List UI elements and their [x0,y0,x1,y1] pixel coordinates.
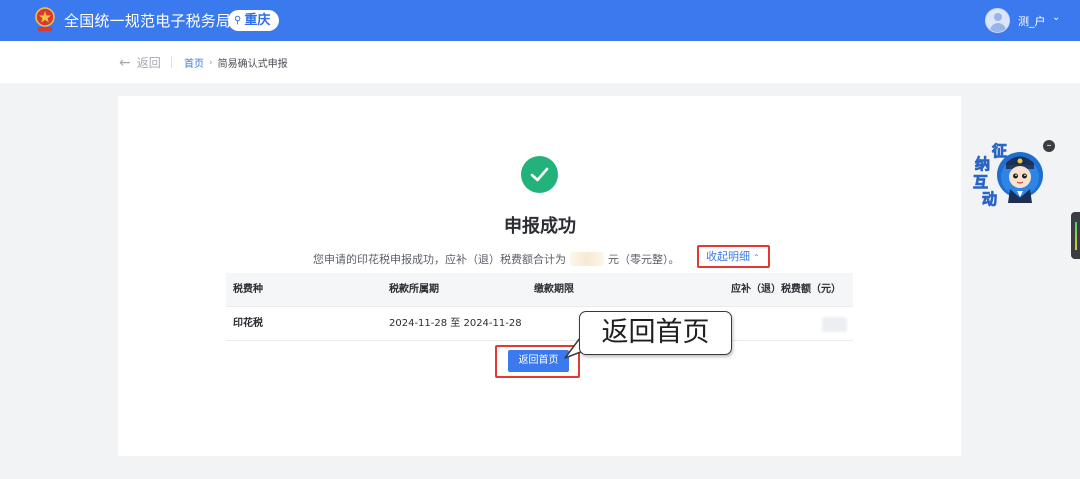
column-header: 税费种 [233,284,263,295]
collapse-details-link[interactable]: 收起明细 ⌃ [697,245,770,268]
success-check-icon [521,156,558,193]
back-label: 返回 [136,56,161,70]
column-header: 税款所属期 [389,284,439,295]
breadcrumb-divider [171,56,172,68]
breadcrumb: 首页 › 简易确认式申报 [184,55,288,71]
breadcrumb-home-link[interactable]: 首页 [184,55,204,70]
message-suffix: 元（零元整）。 [608,253,680,266]
annotation-callout: 返回首页 [579,311,732,355]
mascot-char: 动 [982,190,997,208]
location-pin-icon: ⚲ [234,15,242,26]
mascot-char: 征 [992,142,1007,160]
table-row: 印花税 2024-11-28 至 2024-11-28 [226,307,853,341]
close-icon[interactable]: – [1043,140,1055,152]
mascot-widget[interactable]: 征 纳 互 动 [970,137,1045,209]
success-title: 申报成功 [504,216,576,237]
back-button[interactable]: ← 返回 [119,54,161,71]
breadcrumb-current: 简易确认式申报 [217,59,288,70]
chevron-up-icon: ⌃ [753,253,760,262]
return-home-button[interactable]: 返回首页 [508,350,569,372]
tax-type-cell: 印花税 [233,318,263,329]
site-title[interactable]: 全国统一规范电子税务局 [64,11,231,31]
sub-navigation-bar [0,41,1080,83]
chevron-right-icon: › [209,57,213,68]
blurred-amount-cell [822,317,847,332]
user-name[interactable]: 测_户 [1018,13,1046,29]
blurred-amount [570,252,604,266]
user-avatar[interactable] [985,8,1010,33]
mascot-char: 互 [973,173,988,191]
period-cell: 2024-11-28 至 2024-11-28 [389,318,522,329]
chevron-down-icon[interactable]: ⌄ [1052,12,1060,23]
message-prefix: 您申请的印花税申报成功，应补（退）税费额合计为 [313,253,566,266]
avatar-head [994,13,1002,21]
column-header: 应补（退）税费额（元） [731,284,841,295]
region-selector[interactable]: ⚲ 重庆 [228,10,280,31]
arrow-left-icon: ← [119,54,131,71]
column-header: 缴款期限 [534,284,574,295]
success-message: 您申请的印花税申报成功，应补（退）税费额合计为 元（零元整）。 [313,251,680,267]
mascot-char: 纳 [975,155,990,173]
region-label: 重庆 [244,13,271,28]
avatar-body [990,23,1006,32]
national-emblem-logo [35,7,55,31]
side-tool-tab[interactable] [1071,212,1080,259]
table-header: 税费种 税款所属期 缴款期限 应补（退）税费额（元） [226,273,853,307]
detail-table: 税费种 税款所属期 缴款期限 应补（退）税费额（元） 印花税 2024-11-2… [226,273,853,341]
side-tab-stripe [1075,222,1077,250]
collapse-label: 收起明细 [706,250,750,263]
